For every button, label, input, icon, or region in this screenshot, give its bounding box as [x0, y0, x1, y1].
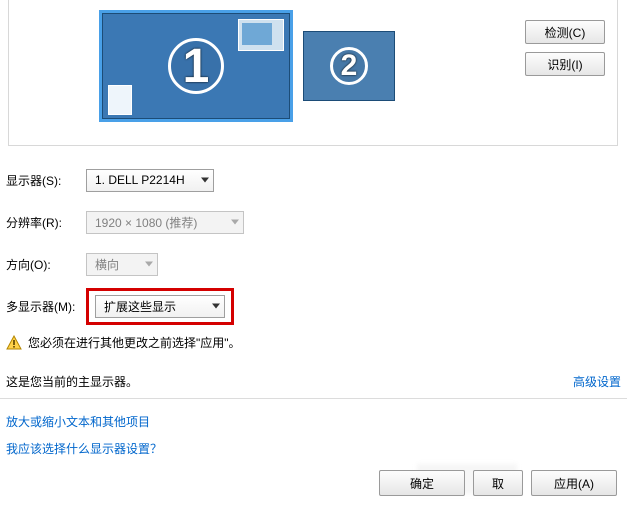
- chevron-down-icon: [145, 262, 153, 267]
- chevron-down-icon: [231, 220, 239, 225]
- orientation-value: 横向: [95, 256, 119, 273]
- display-value: 1. DELL P2214H: [95, 173, 185, 187]
- multi-display-value: 扩展这些显示: [104, 298, 176, 315]
- monitor-number: 2: [330, 47, 368, 85]
- display-select[interactable]: 1. DELL P2214H: [86, 169, 214, 192]
- ok-button[interactable]: 确定: [379, 470, 465, 496]
- resolution-label: 分辨率(R):: [0, 214, 86, 231]
- orientation-label: 方向(O):: [0, 256, 86, 273]
- display-label: 显示器(S):: [0, 172, 86, 189]
- highlight-box: 扩展这些显示: [86, 288, 234, 325]
- which-settings-link[interactable]: 我应该选择什么显示器设置？: [6, 440, 627, 457]
- resolution-select: 1920 × 1080 (推荐): [86, 211, 244, 234]
- wallpaper-thumb-icon: [108, 85, 132, 115]
- monitor-number: 1: [168, 38, 224, 94]
- primary-display-note: 这是您当前的主显示器。: [6, 373, 138, 390]
- orientation-select: 横向: [86, 253, 158, 276]
- monitor-1[interactable]: 1: [99, 10, 293, 122]
- monitor-2[interactable]: 2: [303, 31, 395, 101]
- wallpaper-thumb-icon: [238, 19, 284, 51]
- cancel-button[interactable]: 取: [473, 470, 523, 496]
- warning-text: 您必须在进行其他更改之前选择"应用"。: [28, 334, 241, 351]
- chevron-down-icon: [212, 304, 220, 309]
- chevron-down-icon: [201, 178, 209, 183]
- text-size-link[interactable]: 放大或缩小文本和其他项目: [6, 413, 627, 430]
- advanced-settings-link[interactable]: 高级设置: [573, 373, 621, 390]
- apply-button[interactable]: 应用(A): [531, 470, 617, 496]
- warning-icon: [6, 335, 22, 351]
- detect-button[interactable]: 检测(C): [525, 20, 605, 44]
- multi-display-label: 多显示器(M):: [0, 298, 86, 315]
- resolution-value: 1920 × 1080 (推荐): [95, 214, 197, 231]
- multi-display-select[interactable]: 扩展这些显示: [95, 295, 225, 318]
- monitor-arrangement-panel: 1 2 检测(C) 识别(I): [8, 0, 618, 146]
- identify-button[interactable]: 识别(I): [525, 52, 605, 76]
